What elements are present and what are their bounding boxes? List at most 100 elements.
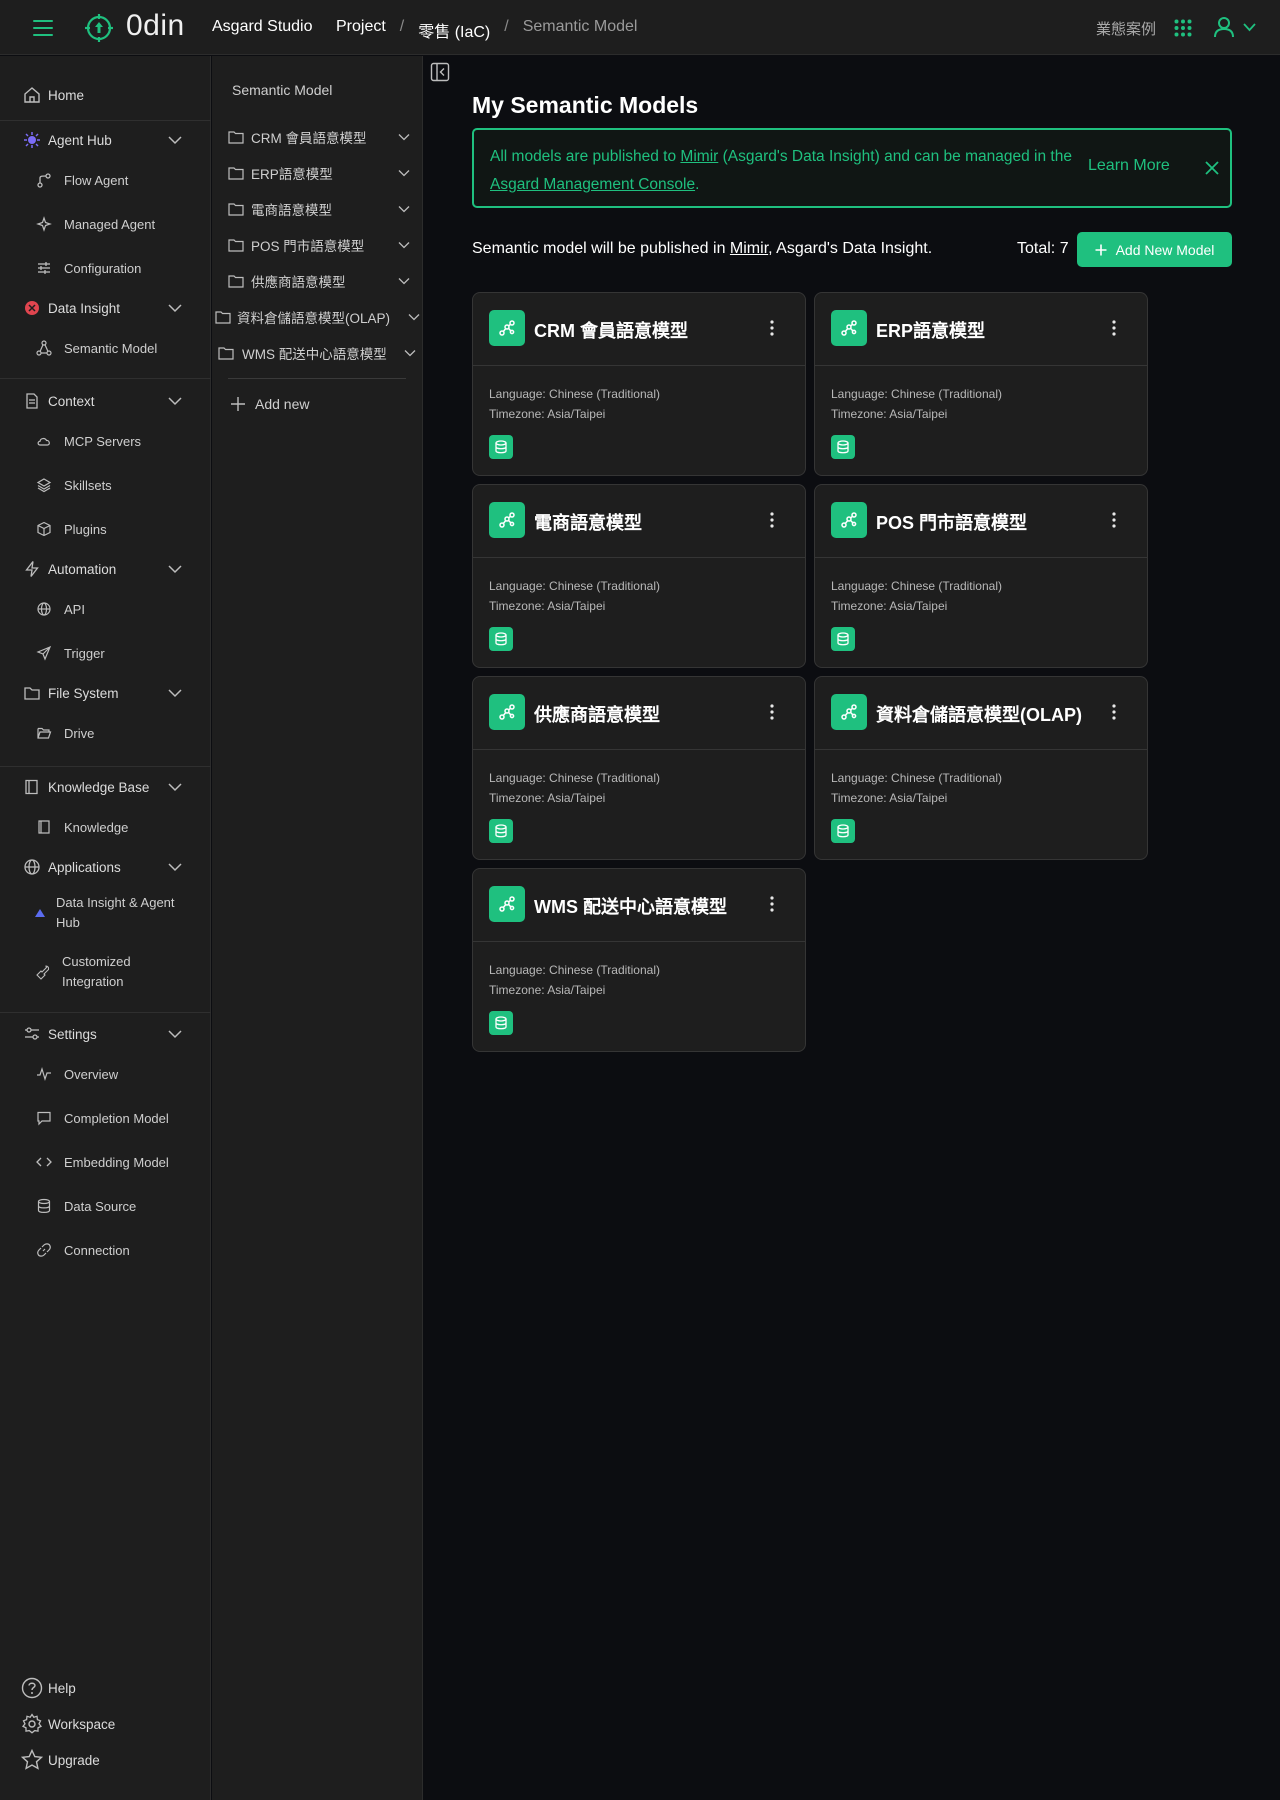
more-options-icon[interactable] xyxy=(1111,511,1117,529)
add-new-model-button[interactable]: Add New Model xyxy=(1077,232,1232,267)
sidebar-group-label: Context xyxy=(48,393,95,409)
sidebar-item-configuration[interactable]: Configuration xyxy=(0,251,211,285)
studio-link[interactable]: Asgard Studio xyxy=(212,18,313,36)
card-title: CRM 會員語意模型 xyxy=(534,321,688,341)
chevron-down-icon[interactable] xyxy=(168,1029,182,1039)
sidebar-group-file-system[interactable]: File System xyxy=(0,676,211,710)
add-new-model-link[interactable]: Add new xyxy=(230,396,309,412)
model-card[interactable]: ERP語意模型 Language: Chinese (Traditional) … xyxy=(814,292,1148,476)
model-card[interactable]: POS 門市語意模型 Language: Chinese (Traditiona… xyxy=(814,484,1148,668)
tree-item[interactable]: 電商語意模型 xyxy=(228,196,418,222)
tree-item[interactable]: 供應商語意模型 xyxy=(228,268,418,294)
chevron-down-icon[interactable] xyxy=(398,241,410,249)
chevron-down-icon[interactable] xyxy=(168,396,182,406)
document-icon xyxy=(26,393,38,409)
chevron-down-icon[interactable] xyxy=(408,313,420,321)
sidebar-item-mcp-servers[interactable]: MCP Servers xyxy=(0,424,211,458)
sidebar-item-data-source[interactable]: Data Source xyxy=(0,1189,211,1223)
brand-name[interactable]: 0din xyxy=(126,9,185,43)
sidebar-item-managed-agent[interactable]: Managed Agent xyxy=(0,207,211,241)
sidebar-group-agent-hub[interactable]: Agent Hub xyxy=(0,123,211,157)
chevron-down-icon[interactable] xyxy=(1243,22,1256,32)
card-timezone: Timezone: Asia/Taipei xyxy=(831,791,948,805)
sidebar-item-semantic-model[interactable]: Semantic Model xyxy=(0,331,211,365)
learn-more-link[interactable]: Learn More xyxy=(1088,157,1170,175)
sidebar-item-api[interactable]: API xyxy=(0,592,211,626)
more-options-icon[interactable] xyxy=(1111,319,1117,337)
divider xyxy=(0,378,211,379)
sidebar-item-completion-model[interactable]: Completion Model xyxy=(0,1101,211,1135)
sidebar-group-label: Applications xyxy=(48,859,121,875)
sidebar-group-applications[interactable]: Applications xyxy=(0,850,211,884)
mimir-link[interactable]: Mimir xyxy=(730,240,768,257)
tree-item[interactable]: ERP語意模型 xyxy=(228,160,418,186)
menu-icon[interactable] xyxy=(32,17,56,39)
sidebar-item-trigger[interactable]: Trigger xyxy=(0,636,211,670)
sidebar-item-help[interactable]: Help xyxy=(0,1671,211,1705)
sidebar-group-settings[interactable]: Settings xyxy=(0,1017,211,1051)
chevron-down-icon[interactable] xyxy=(398,133,410,141)
sidebar-item-data-insight-agent-hub[interactable]: Data Insight & Agent Hub xyxy=(0,892,211,934)
breadcrumb-project-name[interactable]: 零售 (IaC) xyxy=(418,18,490,42)
model-card[interactable]: 資料倉儲語意模型(OLAP) Language: Chinese (Tradit… xyxy=(814,676,1148,860)
card-language: Language: Chinese (Traditional) xyxy=(831,387,1002,401)
user-icon[interactable] xyxy=(1213,16,1235,38)
sidebar-item-workspace[interactable]: Workspace xyxy=(0,1707,211,1741)
business-case-link[interactable]: 業態案例 xyxy=(1096,18,1156,39)
sidebar-item-skillsets[interactable]: Skillsets xyxy=(0,468,211,502)
more-options-icon[interactable] xyxy=(769,703,775,721)
management-console-link[interactable]: Asgard Management Console xyxy=(490,176,695,193)
sparkle-icon xyxy=(36,216,52,232)
more-options-icon[interactable] xyxy=(769,319,775,337)
more-options-icon[interactable] xyxy=(769,895,775,913)
close-icon[interactable] xyxy=(1204,160,1220,176)
card-language: Language: Chinese (Traditional) xyxy=(489,579,660,593)
sidebar-item-upgrade[interactable]: Upgrade xyxy=(0,1743,211,1777)
model-card[interactable]: CRM 會員語意模型 Language: Chinese (Traditiona… xyxy=(472,292,806,476)
chevron-down-icon[interactable] xyxy=(398,277,410,285)
chevron-down-icon[interactable] xyxy=(398,169,410,177)
chevron-down-icon[interactable] xyxy=(168,135,182,145)
model-card[interactable]: 供應商語意模型 Language: Chinese (Traditional) … xyxy=(472,676,806,860)
sidebar-item-knowledge[interactable]: Knowledge xyxy=(0,810,211,844)
more-options-icon[interactable] xyxy=(1111,703,1117,721)
semantic-model-icon xyxy=(489,886,525,922)
sidebar-group-context[interactable]: Context xyxy=(0,384,211,418)
sidebar-group-data-insight[interactable]: Data Insight xyxy=(0,291,211,325)
sidebar-item-overview[interactable]: Overview xyxy=(0,1057,211,1091)
semantic-model-icon xyxy=(489,694,525,730)
tree-item[interactable]: CRM 會員語意模型 xyxy=(228,124,418,150)
card-language: Language: Chinese (Traditional) xyxy=(831,771,1002,785)
sidebar-item-flow-agent[interactable]: Flow Agent xyxy=(0,163,211,197)
sidebar-item-connection[interactable]: Connection xyxy=(0,1233,211,1267)
chevron-down-icon[interactable] xyxy=(398,205,410,213)
help-icon xyxy=(21,1677,43,1699)
chevron-down-icon[interactable] xyxy=(168,564,182,574)
more-options-icon[interactable] xyxy=(769,511,775,529)
tree-item-label: WMS 配送中心語意模型 xyxy=(242,347,387,362)
card-language: Language: Chinese (Traditional) xyxy=(489,963,660,977)
apps-grid-icon[interactable] xyxy=(1174,19,1192,37)
chevron-down-icon[interactable] xyxy=(168,782,182,792)
sidebar-item-drive[interactable]: Drive xyxy=(0,716,211,750)
chevron-down-icon[interactable] xyxy=(168,688,182,698)
mimir-link[interactable]: Mimir xyxy=(680,148,718,165)
tree-item[interactable]: 資料倉儲語意模型(OLAP) xyxy=(215,304,421,330)
model-card[interactable]: WMS 配送中心語意模型 Language: Chinese (Traditio… xyxy=(472,868,806,1052)
chevron-down-icon[interactable] xyxy=(404,349,416,357)
tree-title: Semantic Model xyxy=(232,82,333,98)
tree-item[interactable]: POS 門市語意模型 xyxy=(228,232,418,258)
sidebar-item-customized-integration[interactable]: Customized Integration xyxy=(0,951,211,993)
sidebar-item-plugins[interactable]: Plugins xyxy=(0,512,211,546)
sidebar-group-automation[interactable]: Automation xyxy=(0,552,211,586)
breadcrumb-project[interactable]: Project xyxy=(336,18,386,42)
chevron-down-icon[interactable] xyxy=(168,862,182,872)
sidebar-group-label: File System xyxy=(48,685,119,701)
sidebar-item-embedding-model[interactable]: Embedding Model xyxy=(0,1145,211,1179)
sidebar-item-home[interactable]: Home xyxy=(0,78,211,112)
model-card[interactable]: 電商語意模型 Language: Chinese (Traditional) T… xyxy=(472,484,806,668)
tree-item[interactable]: WMS 配送中心語意模型 xyxy=(218,340,420,366)
database-icon xyxy=(489,1011,513,1035)
sidebar-group-knowledge-base[interactable]: Knowledge Base xyxy=(0,770,211,804)
chevron-down-icon[interactable] xyxy=(168,303,182,313)
